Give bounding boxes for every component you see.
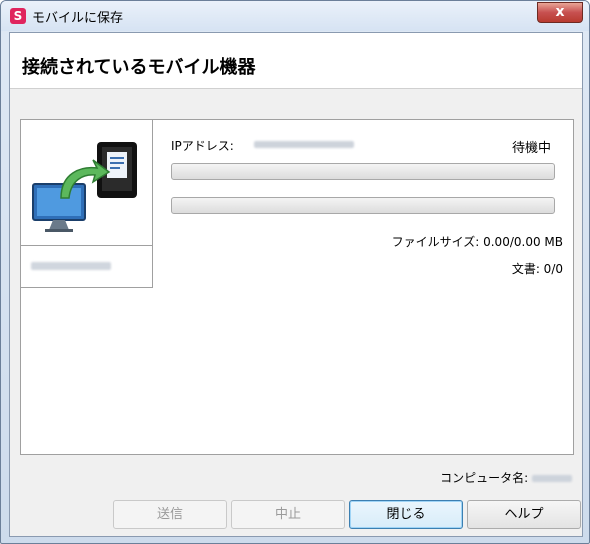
documents-count-text: 文書: 0/0 (511, 262, 563, 276)
device-list-panel: IPアドレス: 待機中 ファイルサイズ: 0.00/0.00 MB 文書: 0/… (20, 119, 574, 455)
page-title: 接続されているモバイル機器 (22, 57, 256, 78)
computer-name-label: コンピュータ名: (440, 471, 529, 485)
close-button[interactable]: 閉じる (349, 500, 463, 529)
device-card[interactable] (21, 120, 153, 288)
ip-address-value-redacted (254, 141, 354, 148)
send-button[interactable]: 送信 (113, 500, 227, 529)
app-icon: S (10, 8, 26, 24)
dialog-window: S モバイルに保存 x 接続されているモバイル機器 IPアドレス: 待機中 ファ… (0, 0, 590, 544)
ip-address-label: IPアドレス: (171, 139, 234, 153)
file-size-text: ファイルサイズ: 0.00/0.00 MB (391, 235, 563, 249)
dialog-client-area: 接続されているモバイル機器 IPアドレス: 待機中 ファイルサイズ: 0.00/… (9, 32, 583, 537)
window-title: モバイルに保存 (32, 11, 124, 26)
title-bar[interactable]: S モバイルに保存 x (1, 1, 589, 31)
computer-name: コンピュータ名: (440, 469, 572, 486)
transfer-progress-bar-2 (171, 197, 555, 214)
mobile-transfer-icon (32, 142, 137, 232)
header-panel: 接続されているモバイル機器 (10, 33, 582, 89)
stop-button[interactable]: 中止 (231, 500, 345, 529)
transfer-progress-bar-1 (171, 163, 555, 180)
close-window-button[interactable]: x (537, 2, 583, 23)
computer-name-value-redacted (532, 475, 572, 482)
status-text: 待機中 (511, 141, 551, 156)
device-card-divider (21, 245, 152, 246)
help-button[interactable]: ヘルプ (467, 500, 581, 529)
device-name-redacted (31, 262, 111, 270)
